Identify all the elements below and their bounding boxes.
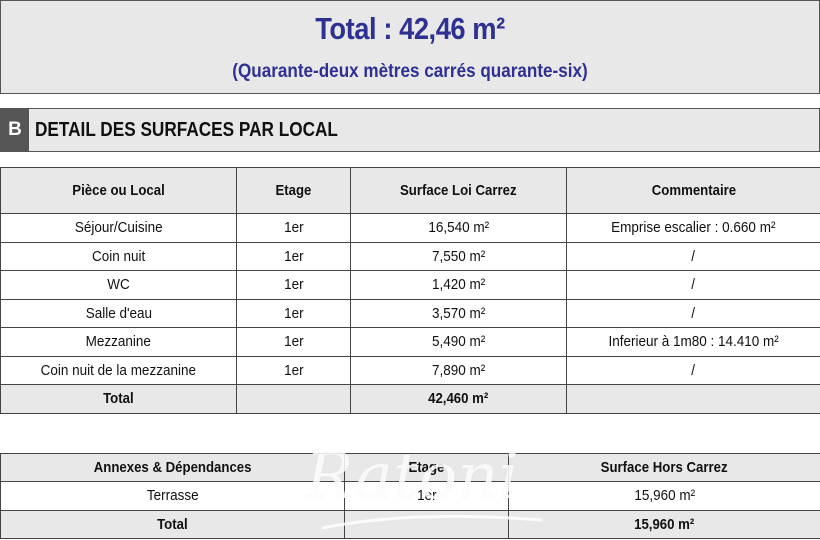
page: Total : 42,46 m² (Quarante-deux mètres c… (0, 0, 820, 540)
annex-header-row: Annexes & Dépendances Etage Surface Hors… (0, 453, 820, 482)
annex-table: Annexes & Dépendances Etage Surface Hors… (0, 453, 820, 539)
room-cell: Mezzanine (0, 327, 237, 357)
column-header-annex-surface: Surface Hors Carrez (508, 453, 820, 482)
total-surface-words: (Quarante-deux mètres carrés quarante-si… (232, 61, 588, 82)
table-header-row: Pièce ou Local Etage Surface Loi Carrez … (0, 167, 820, 214)
annex-floor-cell: 1er (344, 481, 509, 511)
table-total-row: Total 42,460 m² (0, 384, 820, 414)
table-row: Coin nuit 1er 7,550 m² / (0, 241, 820, 271)
comment-cell: / (566, 355, 820, 385)
column-header-annex-floor: Etage (344, 453, 509, 482)
total-floor-cell (236, 384, 351, 414)
comment-cell: / (566, 298, 820, 328)
total-surface-title: Total : 42,46 m² (315, 11, 505, 46)
section-letter: B (1, 109, 29, 151)
column-header-comment: Commentaire (566, 167, 820, 214)
comment-cell: / (566, 270, 820, 300)
room-cell: Séjour/Cuisine (0, 213, 237, 243)
surface-cell: 5,490 m² (350, 327, 567, 357)
total-label-cell: Total (0, 384, 237, 414)
column-header-floor: Etage (236, 167, 351, 214)
surface-cell: 1,420 m² (350, 270, 567, 300)
room-cell: Coin nuit de la mezzanine (0, 355, 237, 385)
floor-cell: 1er (236, 327, 351, 357)
annex-total-label-cell: Total (0, 509, 345, 539)
table-row: Terrasse 1er 15,960 m² (0, 481, 820, 511)
room-cell: Salle d'eau (0, 298, 237, 328)
total-summary-box: Total : 42,46 m² (Quarante-deux mètres c… (0, 0, 820, 94)
table-row: WC 1er 1,420 m² / (0, 270, 820, 300)
floor-cell: 1er (236, 213, 351, 243)
surface-detail-table: Pièce ou Local Etage Surface Loi Carrez … (0, 167, 820, 414)
section-title: DETAIL DES SURFACES PAR LOCAL (35, 119, 338, 141)
annex-total-row: Total 15,960 m² (0, 509, 820, 539)
surface-cell: 7,890 m² (350, 355, 567, 385)
column-header-surface: Surface Loi Carrez (350, 167, 567, 214)
room-cell: Coin nuit (0, 241, 237, 271)
surface-cell: 7,550 m² (350, 241, 567, 271)
annex-total-surface-cell: 15,960 m² (508, 509, 820, 539)
surface-cell: 3,570 m² (350, 298, 567, 328)
floor-cell: 1er (236, 241, 351, 271)
room-cell: WC (0, 270, 237, 300)
comment-cell: Inferieur à 1m80 : 14.410 m² (566, 327, 820, 357)
annex-surface-cell: 15,960 m² (508, 481, 820, 511)
table-row: Mezzanine 1er 5,490 m² Inferieur à 1m80 … (0, 327, 820, 357)
table-row: Salle d'eau 1er 3,570 m² / (0, 298, 820, 328)
table-row: Coin nuit de la mezzanine 1er 7,890 m² / (0, 355, 820, 385)
column-header-annex: Annexes & Dépendances (0, 453, 345, 482)
surface-cell: 16,540 m² (350, 213, 567, 243)
comment-cell: Emprise escalier : 0.660 m² (566, 213, 820, 243)
floor-cell: 1er (236, 270, 351, 300)
floor-cell: 1er (236, 298, 351, 328)
column-header-room: Pièce ou Local (0, 167, 237, 214)
comment-cell: / (566, 241, 820, 271)
annex-name-cell: Terrasse (0, 481, 345, 511)
total-surface-cell: 42,460 m² (350, 384, 567, 414)
annex-total-floor-cell (344, 509, 509, 539)
section-header: B DETAIL DES SURFACES PAR LOCAL (0, 108, 820, 152)
floor-cell: 1er (236, 355, 351, 385)
table-row: Séjour/Cuisine 1er 16,540 m² Emprise esc… (0, 213, 820, 243)
total-comment-cell (566, 384, 820, 414)
